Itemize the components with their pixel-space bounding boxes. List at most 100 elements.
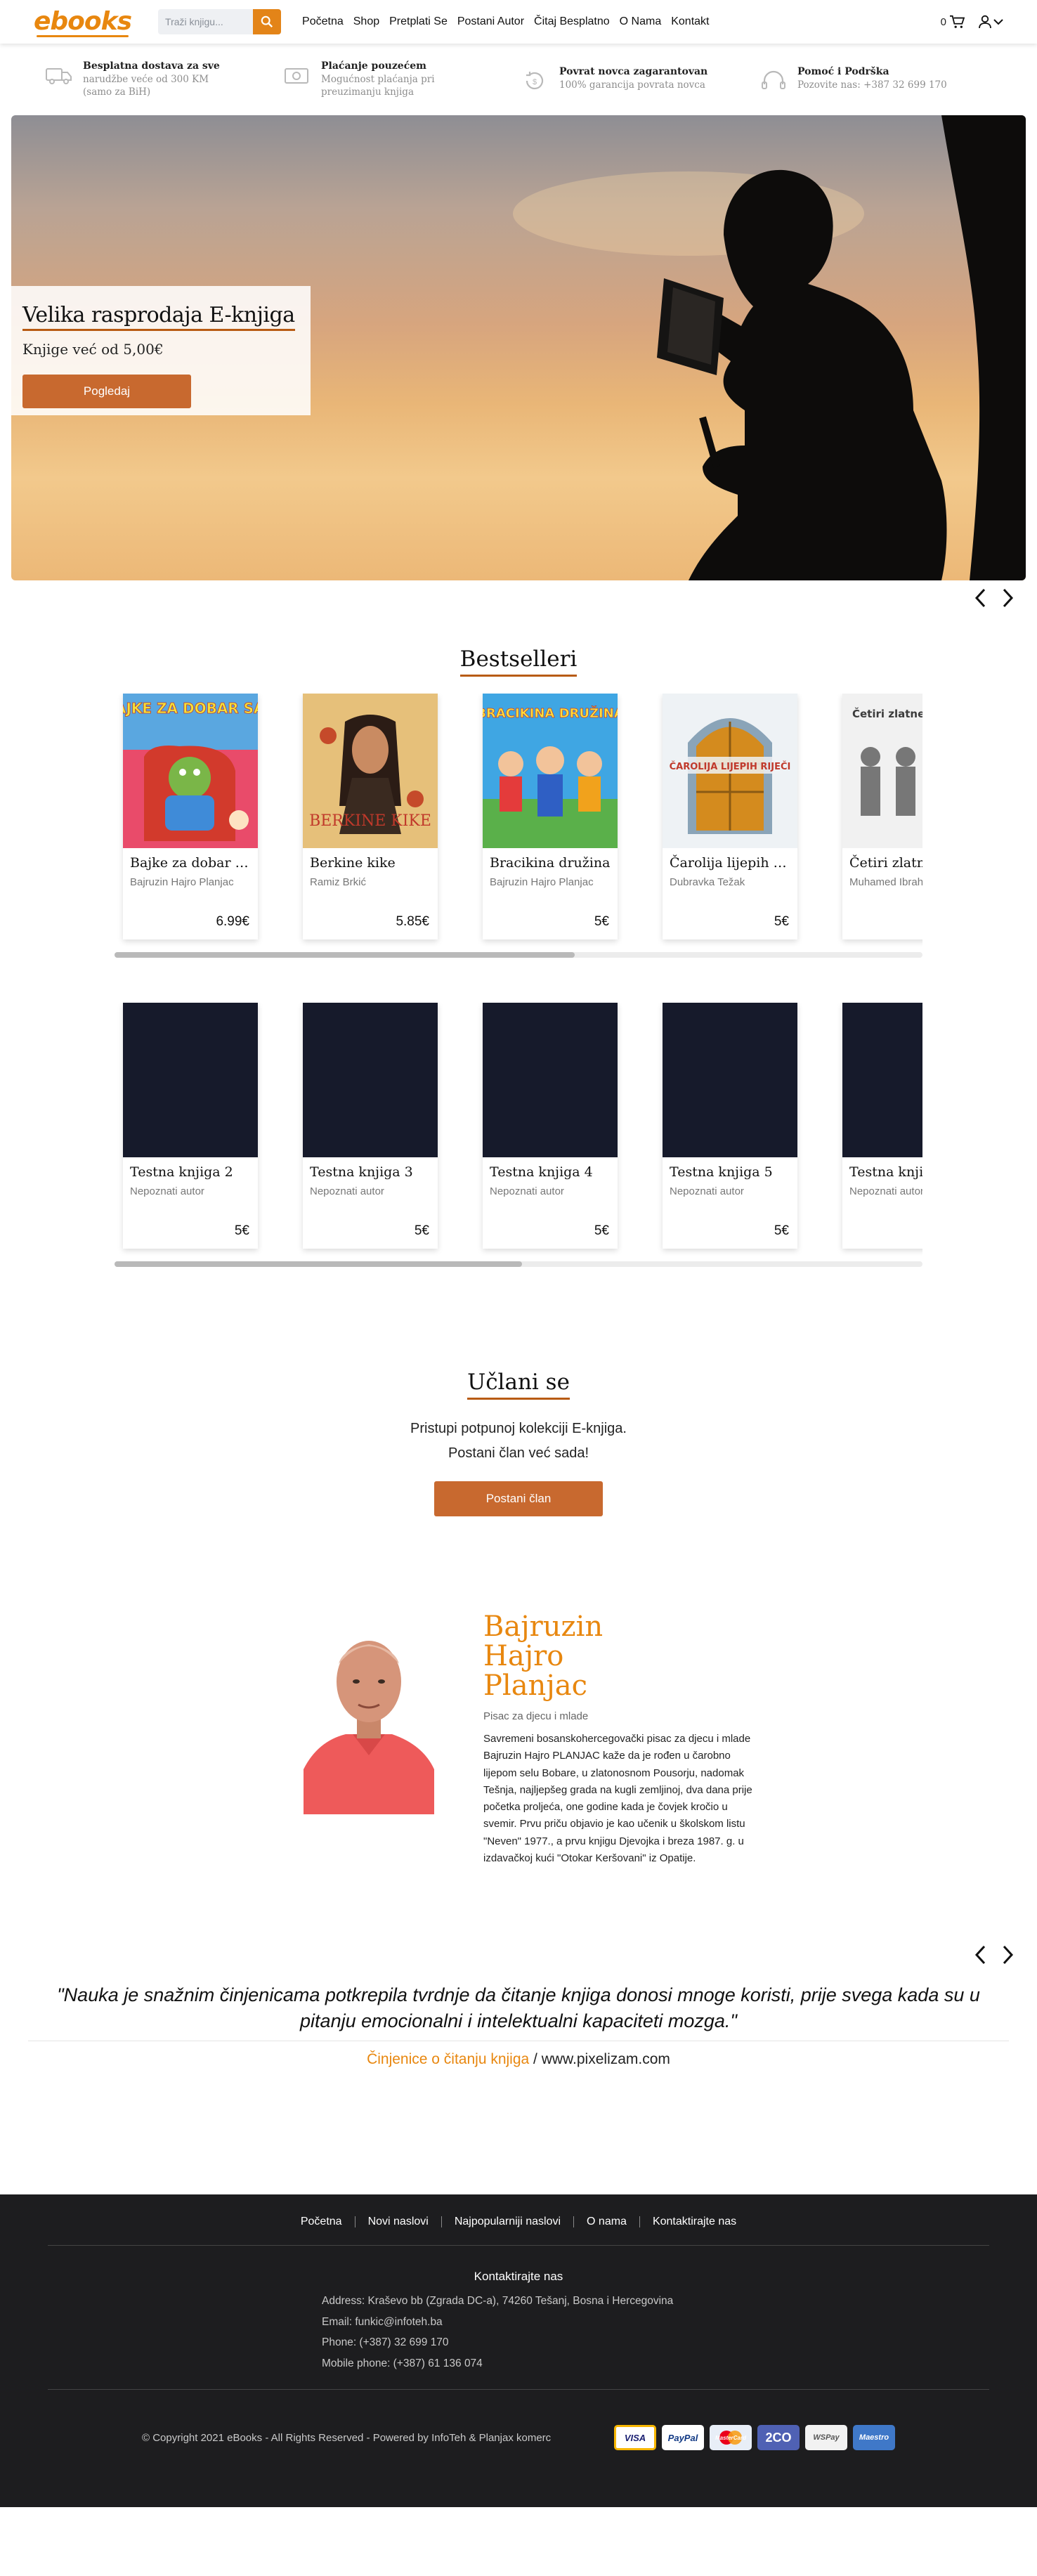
book-author: Nepoznati autor <box>670 1185 744 1197</box>
nav-contact[interactable]: Kontakt <box>671 15 709 28</box>
footer-link-about[interactable]: O nama <box>574 2216 639 2228</box>
paypal-icon: PayPal <box>662 2425 704 2450</box>
footer-address: Address: Kraševo bb (Zgrada DC-a), 74260… <box>322 2295 674 2308</box>
book-author: Bajruzin Hajro Planjac <box>130 876 234 888</box>
author-name[interactable]: Bajruzin Hajro Planjac <box>483 1612 757 1700</box>
scrollbar-thumb[interactable] <box>115 1261 522 1267</box>
quote-source-site: / www.pixelizam.com <box>529 2051 670 2068</box>
scrollbar-thumb[interactable] <box>115 952 575 958</box>
footer-link-home[interactable]: Početna <box>288 2216 355 2228</box>
book-card[interactable]: Testna knjiga 3 Nepoznati autor 5€ <box>303 1003 438 1249</box>
book-title[interactable]: Testna knjiga 4 <box>483 1157 618 1180</box>
book-title[interactable]: Bajke za dobar san <box>123 848 258 871</box>
chevron-right-icon[interactable] <box>1002 1944 1015 1965</box>
footer-contact: Kontaktirajte nas Address: Kraševo bb (Z… <box>0 2270 1037 2374</box>
book-card[interactable]: BAJKE ZA DOBAR SAN Bajke za dobar san Ba… <box>123 694 258 939</box>
footer-link-new-titles[interactable]: Novi naslovi <box>356 2216 441 2228</box>
book-card[interactable]: Testna knjiga 5 Nepoznati autor 5€ <box>663 1003 797 1249</box>
feature-subtitle-2: (samo za BiH) <box>83 86 151 98</box>
carousel-scrollbar[interactable] <box>115 1261 922 1267</box>
wspay-icon: WSPay <box>805 2425 847 2450</box>
quote-slider-controls <box>0 1937 1037 1972</box>
book-card[interactable]: BERKINE KIKE Berkine kike Ramiz Brkić 5.… <box>303 694 438 939</box>
book-title[interactable]: Čarolija lijepih riječi <box>663 848 797 871</box>
join-text-line-2: Postani član već sada! <box>448 1445 589 1461</box>
book-cover: BERKINE KIKE <box>303 694 438 848</box>
book-title[interactable]: Testna knjiga 2 <box>123 1157 258 1180</box>
book-title[interactable]: Testna knjiga 3 <box>303 1157 438 1180</box>
book-author: Dubravka Težak <box>670 876 745 888</box>
chevron-right-icon[interactable] <box>1002 587 1015 609</box>
book-card[interactable]: ČAROLIJA LIJEPIH RIJEČI Čarolija lijepih… <box>663 694 797 939</box>
nav-become-author[interactable]: Postani Autor <box>457 15 524 28</box>
nav-read-free[interactable]: Čitaj Besplatno <box>534 15 610 28</box>
visa-icon: VISA <box>614 2425 656 2450</box>
bestsellers-carousel-1[interactable]: BAJKE ZA DOBAR SAN Bajke za dobar san Ba… <box>115 694 922 958</box>
search-input[interactable] <box>158 9 254 34</box>
book-title[interactable]: Bracikina družina <box>483 848 618 871</box>
book-price: 5€ <box>234 1223 249 1238</box>
book-price: 5€ <box>594 914 609 929</box>
nav-home[interactable]: Početna <box>302 15 344 28</box>
book-cover-title: BRACIKINA DRUŽINA <box>483 705 618 721</box>
book-cover: ČAROLIJA LIJEPIH RIJEČI <box>663 694 797 848</box>
feature-subtitle: narudžbe veće od 300 KM <box>83 73 209 85</box>
section-title-join: Učlani se <box>0 1370 1037 1400</box>
quote-text: "Nauka je snažnim činjenicama potkrepila… <box>57 1984 980 2031</box>
feature-cash-on-delivery: Plaćanje pouzećem Mogućnost plaćanja pri p… <box>280 60 518 98</box>
chevron-left-icon[interactable] <box>974 587 986 609</box>
book-author: Muhamed Ibrahimović <box>849 876 922 888</box>
hero-banner: Velika rasprodaja E-knjiga Knjige već od… <box>11 115 1026 580</box>
footer-divider <box>48 2389 989 2390</box>
carousel-scrollbar[interactable] <box>115 952 922 958</box>
book-author: Bajruzin Hajro Planjac <box>490 876 594 888</box>
book-card[interactable]: Četiri zlatne Četiri zlatne Muhamed Ibra… <box>842 694 922 939</box>
book-title[interactable]: Testna knjiga 6 <box>842 1157 922 1180</box>
feature-subtitle: Mogućnost plaćanja pri <box>321 73 435 85</box>
feature-support: Pomoć i Podrška Pozovite nas: +387 32 699… <box>757 66 995 93</box>
search-button[interactable] <box>253 9 282 34</box>
cart-button[interactable]: 0 <box>941 15 965 29</box>
footer-email[interactable]: Email: funkic@infoteh.ba <box>322 2312 715 2332</box>
join-text-line-1: Pristupi potpunoj kolekciji E-knjiga. <box>410 1421 627 1436</box>
account-menu[interactable] <box>979 15 1003 29</box>
headset-icon <box>762 70 785 89</box>
book-title[interactable]: Berkine kike <box>303 848 438 871</box>
maestro-icon: Maestro <box>853 2425 895 2450</box>
become-member-button[interactable]: Postani član <box>434 1481 603 1516</box>
book-card[interactable]: Testna knjiga 2 Nepoznati autor 5€ <box>123 1003 258 1249</box>
book-author: Nepoznati autor <box>130 1185 204 1197</box>
footer-mobile[interactable]: Mobile phone: (+387) 61 136 074 <box>322 2353 715 2374</box>
hero-view-button[interactable]: Pogledaj <box>22 375 191 408</box>
nav-shop[interactable]: Shop <box>353 15 379 28</box>
footer-link-popular[interactable]: Najpopularniji naslovi <box>442 2216 573 2228</box>
book-card[interactable]: BRACIKINA DRUŽINA Bracikina družina Bajr… <box>483 694 618 939</box>
search-icon <box>261 15 273 28</box>
book-author: Nepoznati autor <box>310 1185 384 1197</box>
chevron-left-icon[interactable] <box>974 1944 986 1965</box>
book-title[interactable]: Četiri zlatne <box>842 848 922 871</box>
nav-about[interactable]: O Nama <box>620 15 662 28</box>
book-price: 5€ <box>594 1223 609 1238</box>
book-title[interactable]: Testna knjiga 5 <box>663 1157 797 1180</box>
footer-divider <box>48 2245 989 2246</box>
book-card[interactable]: Testna knjiga 6 Nepoznati autor 5€ <box>842 1003 922 1249</box>
footer-bottom: © Copyright 2021 eBooks - All Rights Res… <box>0 2425 1037 2450</box>
cash-icon <box>285 67 308 84</box>
feature-title: Pomoć i Podrška <box>797 66 889 77</box>
book-price: 5€ <box>774 1223 789 1238</box>
nav-subscribe[interactable]: Pretplati Se <box>389 15 448 28</box>
mastercard-icon: MasterCard <box>710 2425 752 2450</box>
quote-source-link[interactable]: Činjenice o čitanju knjiga <box>367 2051 529 2067</box>
book-card[interactable]: Testna knjiga 4 Nepoznati autor 5€ <box>483 1003 618 1249</box>
bestsellers-carousel-2[interactable]: Testna knjiga 2 Nepoznati autor 5€ Testn… <box>115 1003 922 1267</box>
book-cover-placeholder <box>303 1003 438 1157</box>
feature-title: Povrat novca zagarantovan <box>559 66 708 77</box>
logo[interactable]: ebooks <box>34 9 132 37</box>
footer-link-contact[interactable]: Kontaktirajte nas <box>640 2216 749 2228</box>
book-cover-placeholder <box>663 1003 797 1157</box>
footer-phone[interactable]: Phone: (+387) 32 699 170 <box>322 2332 715 2353</box>
book-price: 5.85€ <box>396 914 429 929</box>
book-cover: BRACIKINA DRUŽINA <box>483 694 618 848</box>
author-role: Pisac za djecu i mlade <box>483 1710 589 1722</box>
